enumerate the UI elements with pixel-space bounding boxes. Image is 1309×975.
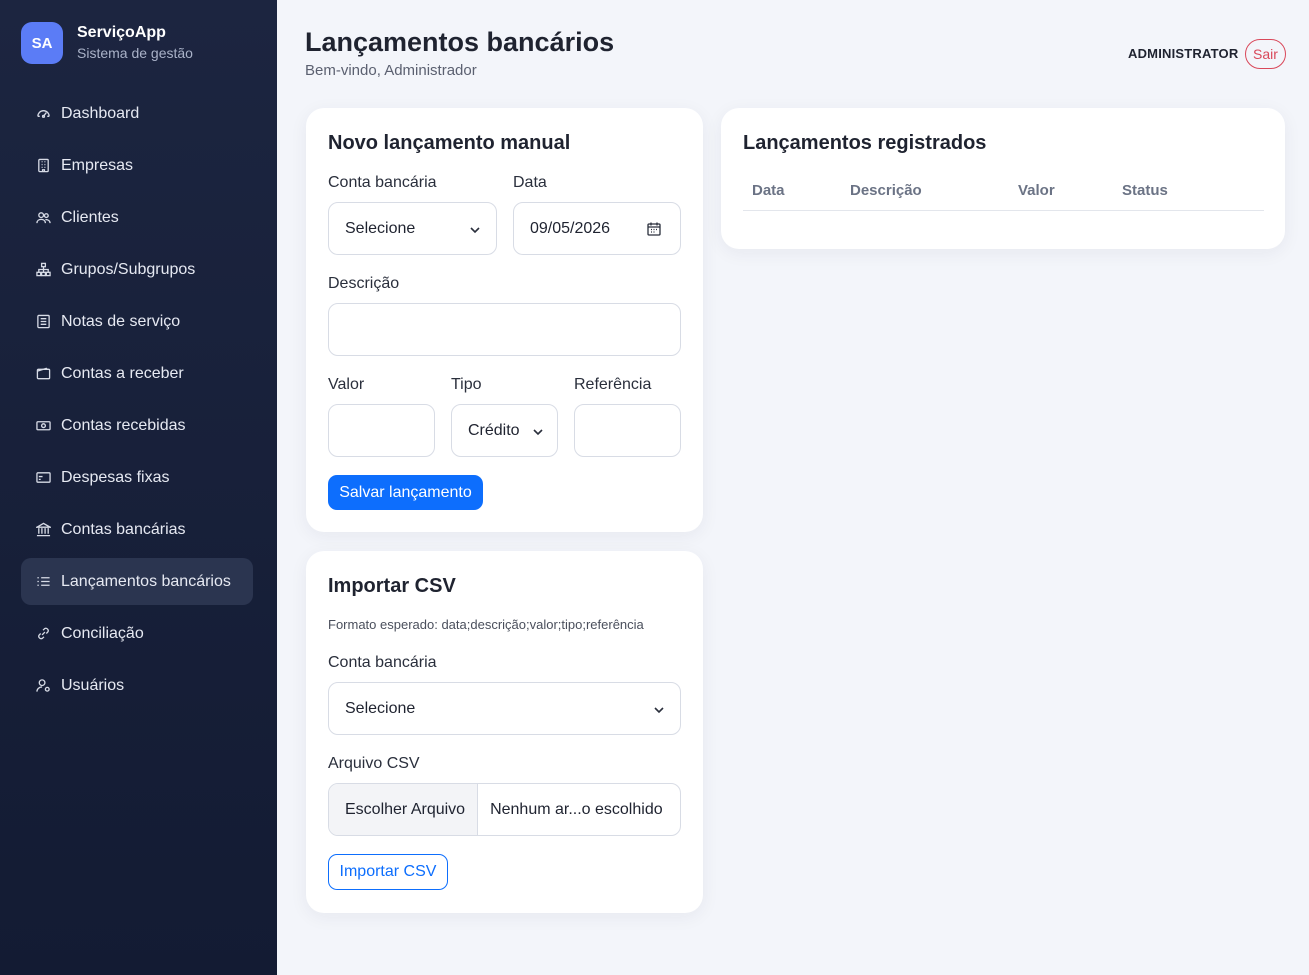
column-header-data[interactable]: Data	[752, 182, 785, 199]
description-input[interactable]	[328, 303, 681, 356]
value-input[interactable]	[328, 404, 435, 457]
brand-name: ServiçoApp	[77, 24, 166, 41]
manual-entry-card: Novo lançamento manual Conta bancária Se…	[306, 108, 703, 532]
type-label: Tipo	[451, 376, 482, 393]
table-header-divider	[743, 210, 1264, 211]
sidebar-item-empresas[interactable]: Empresas	[21, 142, 253, 189]
page-subtitle: Bem-vindo, Administrador	[305, 62, 477, 79]
document-icon	[35, 314, 51, 330]
account-label: Conta bancária	[328, 174, 437, 191]
chevron-down-icon	[470, 227, 480, 234]
chevron-down-icon	[654, 707, 664, 714]
reference-input[interactable]	[574, 404, 681, 457]
list-icon	[35, 574, 51, 590]
column-header-valor[interactable]: Valor	[1018, 182, 1055, 199]
file-name: Nenhum ar...o escolhido	[490, 800, 663, 818]
csv-file-label: Arquivo CSV	[328, 755, 420, 772]
sidebar-item-usuarios[interactable]: Usuários	[21, 662, 253, 709]
csv-format-hint: Formato esperado: data;descrição;valor;t…	[328, 617, 644, 632]
sidebar-item-grupos[interactable]: Grupos/Subgrupos	[21, 246, 253, 293]
bank-icon	[35, 522, 51, 538]
reference-label: Referência	[574, 376, 652, 393]
sidebar-item-notas[interactable]: Notas de serviço	[21, 298, 253, 345]
current-user: ADMINISTRATOR	[1128, 46, 1239, 61]
building-icon	[35, 158, 51, 174]
card-icon	[35, 470, 51, 486]
user-gear-icon	[35, 678, 51, 694]
value-label: Valor	[328, 376, 365, 393]
wallet-icon	[35, 366, 51, 382]
hierarchy-icon	[35, 262, 51, 278]
link-icon	[35, 626, 51, 642]
column-header-descricao[interactable]: Descrição	[850, 182, 922, 199]
sidebar-item-dashboard[interactable]: Dashboard	[21, 90, 253, 137]
sidebar-item-contas-recebidas[interactable]: Contas recebidas	[21, 402, 253, 449]
sidebar-item-clientes[interactable]: Clientes	[21, 194, 253, 241]
brand-subtitle: Sistema de gestão	[77, 45, 193, 61]
date-label: Data	[513, 174, 547, 191]
records-card: Lançamentos registrados	[721, 108, 1285, 249]
account-select[interactable]: Selecione	[328, 202, 497, 255]
csv-account-label: Conta bancária	[328, 654, 437, 671]
csv-file-input[interactable]: Escolher Arquivo Nenhum ar...o escolhido	[328, 783, 681, 836]
sidebar: SA ServiçoApp Sistema de gestão Dashboar…	[0, 0, 277, 975]
brand-logo: SA	[21, 22, 63, 64]
csv-import-card: Importar CSV Formato esperado: data;desc…	[306, 551, 703, 913]
sidebar-item-contas-receber[interactable]: Contas a receber	[21, 350, 253, 397]
type-select[interactable]: Crédito	[451, 404, 558, 457]
choose-file-button[interactable]: Escolher Arquivo	[329, 784, 479, 835]
column-header-status[interactable]: Status	[1122, 182, 1168, 199]
chevron-down-icon	[533, 429, 543, 436]
sidebar-item-lancamentos[interactable]: Lançamentos bancários	[21, 558, 253, 605]
date-input[interactable]: 09/05/2026	[513, 202, 681, 255]
page-title: Lançamentos bancários	[305, 27, 615, 57]
csv-import-title: Importar CSV	[328, 575, 456, 597]
sidebar-nav: Dashboard Empresas Clientes Grupos/Subgr…	[21, 90, 253, 714]
logout-button[interactable]: Sair	[1245, 39, 1286, 69]
sidebar-item-contas-bancarias[interactable]: Contas bancárias	[21, 506, 253, 553]
users-icon	[35, 210, 51, 226]
manual-entry-title: Novo lançamento manual	[328, 132, 571, 154]
dashboard-icon	[35, 106, 51, 122]
csv-account-select[interactable]: Selecione	[328, 682, 681, 735]
cash-icon	[35, 418, 51, 434]
brand[interactable]: SA ServiçoApp Sistema de gestão	[21, 22, 193, 64]
sidebar-item-despesas[interactable]: Despesas fixas	[21, 454, 253, 501]
import-csv-button[interactable]: Importar CSV	[328, 854, 448, 890]
records-title: Lançamentos registrados	[743, 132, 987, 154]
save-entry-button[interactable]: Salvar lançamento	[328, 475, 483, 510]
calendar-icon[interactable]	[646, 221, 662, 237]
sidebar-item-conciliacao[interactable]: Conciliação	[21, 610, 253, 657]
description-label: Descrição	[328, 275, 400, 292]
